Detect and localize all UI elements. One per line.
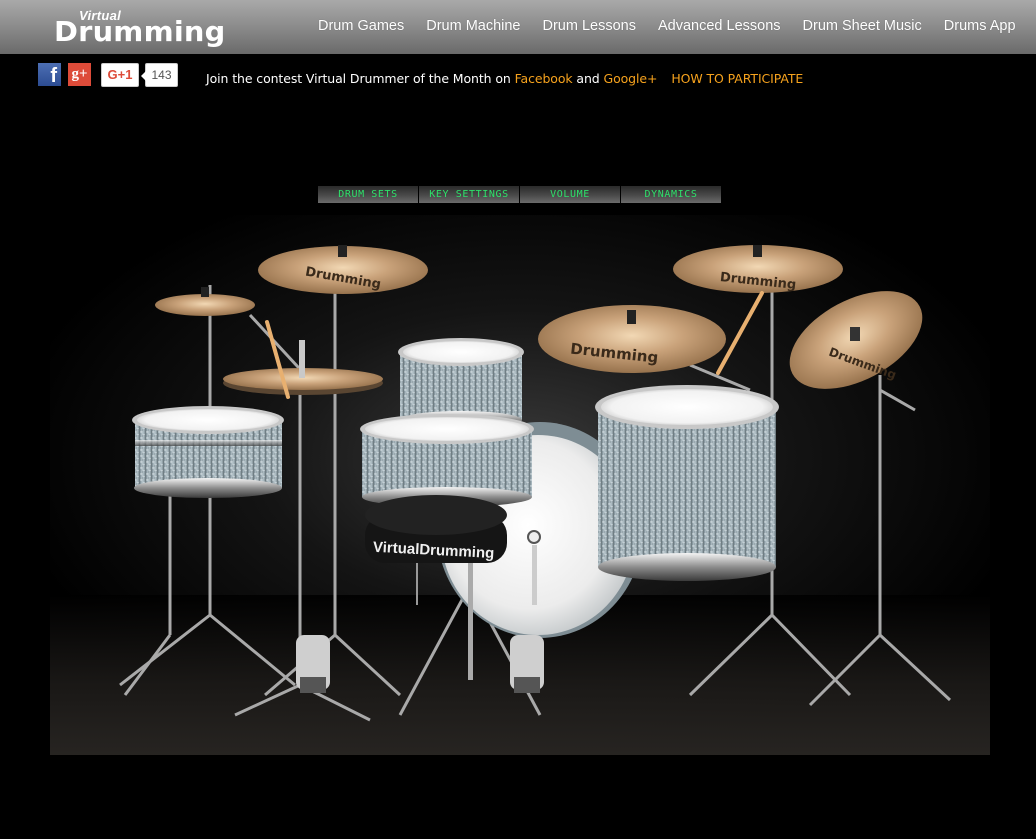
tab-volume[interactable]: VOLUME bbox=[520, 186, 620, 203]
contest-facebook-link[interactable]: Facebook bbox=[515, 71, 573, 86]
plus-one-button[interactable]: G+1 bbox=[101, 63, 139, 87]
how-to-participate-link[interactable]: HOW TO PARTICIPATE bbox=[671, 71, 803, 86]
tab-drum-sets[interactable]: DRUM SETS bbox=[318, 186, 418, 203]
facebook-icon[interactable]: f bbox=[38, 63, 61, 87]
floor-tom[interactable] bbox=[595, 385, 779, 581]
site-header: Virtual Drumming Drum Games Drum Machine… bbox=[0, 0, 1036, 54]
main-nav: Drum Games Drum Machine Drum Lessons Adv… bbox=[318, 18, 1036, 34]
contest-text: Join the contest Virtual Drummer of the … bbox=[206, 71, 515, 86]
tab-dynamics[interactable]: DYNAMICS bbox=[621, 186, 721, 203]
drum-kit-graphic: Drumming Drumming Drumming Drumming Virt… bbox=[50, 215, 990, 755]
nav-drums-app[interactable]: Drums App bbox=[944, 18, 1016, 34]
contest-googleplus-link[interactable]: Google+ bbox=[603, 71, 657, 86]
drum-kit-stage[interactable]: Drumming Drumming Drumming Drumming Virt… bbox=[50, 215, 990, 755]
contest-and-text: and bbox=[572, 71, 604, 86]
nav-drum-machine[interactable]: Drum Machine bbox=[426, 18, 520, 34]
hi-hat-pedal[interactable] bbox=[296, 635, 330, 693]
site-logo[interactable]: Virtual Drumming bbox=[54, 8, 225, 48]
logo-drumming-text: Drumming bbox=[54, 15, 226, 48]
nav-drum-lessons[interactable]: Drum Lessons bbox=[543, 18, 636, 34]
nav-drum-sheet-music[interactable]: Drum Sheet Music bbox=[803, 18, 922, 34]
kit-tabs: DRUM SETS KEY SETTINGS VOLUME DYNAMICS bbox=[318, 186, 722, 203]
nav-drum-games[interactable]: Drum Games bbox=[318, 18, 404, 34]
contest-banner: Join the contest Virtual Drummer of the … bbox=[206, 71, 803, 86]
crash-cymbal-right[interactable]: Drumming bbox=[673, 245, 843, 293]
tab-key-settings[interactable]: KEY SETTINGS bbox=[419, 186, 519, 203]
plus-one-count: 143 bbox=[141, 63, 178, 87]
nav-advanced-lessons[interactable]: Advanced Lessons bbox=[658, 18, 781, 34]
snare-drum[interactable] bbox=[132, 406, 284, 498]
mid-tom[interactable] bbox=[360, 414, 534, 507]
ride-cymbal[interactable]: Drumming bbox=[538, 305, 726, 373]
googleplus-icon[interactable]: g+ bbox=[68, 63, 91, 86]
